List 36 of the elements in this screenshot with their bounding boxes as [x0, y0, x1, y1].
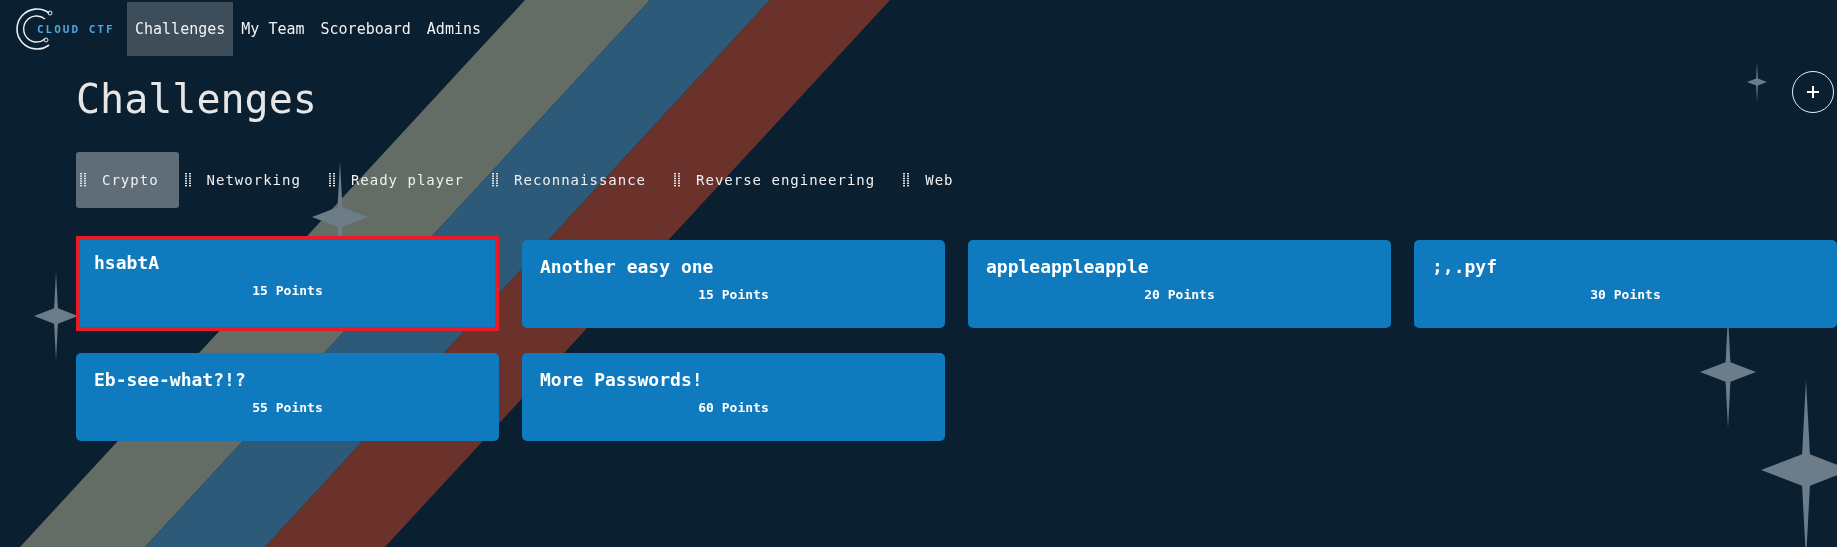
nav-link[interactable]: Admins	[418, 2, 490, 56]
plus-icon	[1806, 85, 1820, 99]
nav-link[interactable]: Scoreboard	[312, 2, 419, 56]
challenge-card[interactable]: Another easy one 15 Points	[522, 240, 945, 328]
nav-link[interactable]: My Team	[233, 2, 313, 56]
category-tab[interactable]: Reverse engineering	[670, 152, 898, 208]
category-tab[interactable]: Crypto	[76, 152, 179, 208]
grip-icon	[492, 173, 499, 187]
challenge-card[interactable]: Eb-see-what?!? 55 Points	[76, 353, 499, 441]
logo-text[interactable]: CLOUD CTF	[37, 22, 115, 36]
challenge-points: 30 Points	[1589, 287, 1662, 302]
challenge-title: appleappleapple	[986, 256, 1150, 277]
challenge-card[interactable]: hsabtA 15 Points	[76, 236, 499, 331]
nav-link[interactable]: Challenges	[127, 2, 234, 56]
challenge-points: 20 Points	[1143, 287, 1216, 302]
category-tab[interactable]: Reconnaissance	[488, 152, 669, 208]
grip-icon	[80, 173, 86, 187]
category-tab[interactable]: Networking	[180, 152, 323, 208]
challenge-points: 60 Points	[697, 400, 770, 415]
challenge-points: 15 Points	[697, 287, 770, 302]
page-title: Challenges	[76, 76, 317, 122]
grip-icon	[184, 173, 191, 187]
challenge-card[interactable]: ;,.pyf 30 Points	[1414, 240, 1837, 328]
challenge-title: More Passwords!	[540, 369, 704, 390]
grip-icon	[903, 173, 910, 187]
challenge-card[interactable]: More Passwords! 60 Points	[522, 353, 945, 441]
challenge-title: Another easy one	[540, 256, 715, 277]
challenge-title: Eb-see-what?!?	[94, 369, 247, 390]
grip-icon	[328, 173, 335, 187]
challenge-card[interactable]: appleappleapple 20 Points	[968, 240, 1391, 328]
challenge-title: hsabtA	[94, 252, 161, 273]
category-tab[interactable]: Web	[899, 152, 976, 208]
grip-icon	[674, 173, 681, 187]
challenge-title: ;,.pyf	[1432, 256, 1499, 277]
challenge-points: 15 Points	[251, 283, 324, 298]
challenge-points: 55 Points	[251, 400, 324, 415]
